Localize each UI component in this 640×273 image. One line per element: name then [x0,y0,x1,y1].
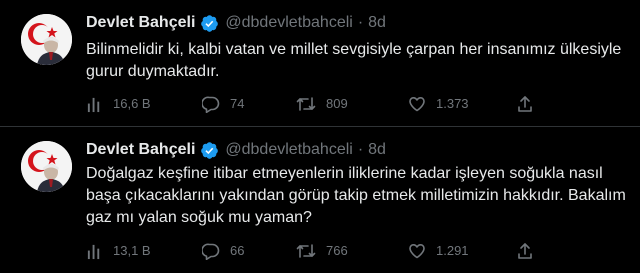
retweet-arrows-icon [296,242,316,260]
heart-icon [408,95,426,113]
share-button[interactable] [516,242,534,260]
tweet[interactable]: Devlet Bahçeli @dbdevletbahceli · 8d Bil… [0,0,640,127]
retweet-button[interactable]: 809 [296,95,348,113]
speech-bubble-icon [202,95,220,113]
tweet-header: Devlet Bahçeli @dbdevletbahceli · 8d [86,140,386,160]
upload-arrow-icon [516,242,534,260]
heart-icon [408,242,426,260]
tweet[interactable]: Devlet Bahçeli @dbdevletbahceli · 8d Doğ… [0,127,640,273]
tweet-text-line: Doğalgaz keşfine itibar etmeyenlerin ili… [86,165,603,182]
retweet-count: 766 [326,243,348,258]
verified-badge-icon [200,141,219,160]
like-count: 1.291 [436,243,469,258]
reply-button[interactable]: 74 [202,95,244,113]
action-bar: 16,6 B 74 809 1.373 [86,94,546,114]
retweet-arrows-icon [296,95,316,113]
author-handle[interactable]: @dbdevletbahceli [225,13,352,33]
upload-arrow-icon [516,95,534,113]
tweet-text-line: gurur duymaktadır. [86,63,220,80]
timestamp[interactable]: 8d [368,140,386,160]
views-button[interactable]: 13,1 B [86,243,151,260]
reply-button[interactable]: 66 [202,242,244,260]
author-name[interactable]: Devlet Bahçeli [86,13,195,33]
like-count: 1.373 [436,96,469,111]
bar-chart-icon [86,96,103,113]
tweet-text: Bilinmelidir ki, kalbi vatan ve millet s… [86,39,626,83]
views-button[interactable]: 16,6 B [86,96,151,113]
like-button[interactable]: 1.291 [408,242,469,260]
share-button[interactable] [516,95,534,113]
action-bar: 13,1 B 66 766 1.291 [86,241,546,261]
views-count: 16,6 B [113,96,151,111]
tweet-text-line: Bilinmelidir ki, kalbi vatan ve millet s… [86,41,622,58]
retweet-button[interactable]: 766 [296,242,348,260]
speech-bubble-icon [202,242,220,260]
like-button[interactable]: 1.373 [408,95,469,113]
verified-badge-icon [200,14,219,33]
reply-count: 74 [230,96,245,111]
reply-count: 66 [230,243,245,258]
author-handle[interactable]: @dbdevletbahceli [225,140,352,160]
tweet-text-line: gaz mı yalan soğuk mu yaman? [86,209,312,226]
avatar[interactable] [21,141,72,192]
tweet-text: Doğalgaz keşfine itibar etmeyenlerin ili… [86,163,626,229]
bar-chart-icon [86,243,103,260]
separator-dot: · [357,141,364,158]
avatar[interactable] [21,14,72,65]
timestamp[interactable]: 8d [368,13,386,33]
tweet-text-line: başa çıkacaklarını yakından görüp takip … [86,187,626,204]
author-name[interactable]: Devlet Bahçeli [86,140,195,160]
separator-dot: · [357,14,364,31]
tweet-header: Devlet Bahçeli @dbdevletbahceli · 8d [86,13,386,33]
retweet-count: 809 [326,96,348,111]
views-count: 13,1 B [113,243,151,258]
